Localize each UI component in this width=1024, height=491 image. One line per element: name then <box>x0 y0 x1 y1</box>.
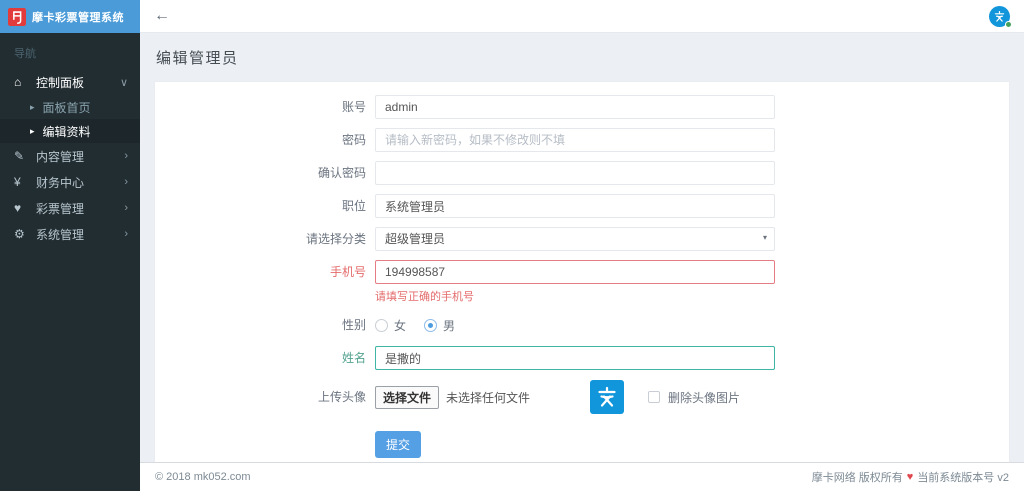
chevron-right-icon: › <box>124 202 128 214</box>
version-text: 当前系统版本号 v2 <box>917 472 1009 484</box>
brand-header[interactable]: 摩卡彩票管理系统 <box>0 0 140 33</box>
sidebar-item-panel-home[interactable]: ▸ 面板首页 <box>0 95 140 119</box>
gender-option-female[interactable]: 女 <box>375 317 406 334</box>
form-row-position: 职位 <box>155 194 1009 218</box>
nav-section-label: 导航 <box>14 48 36 60</box>
topbar: ← <box>140 0 1024 33</box>
sidebar-item-edit-profile[interactable]: ▸ 编辑资料 <box>0 119 140 143</box>
app-window: 摩卡彩票管理系统 导航 ⌂ 控制面板 ∨ ▸ 面板首页 ▸ 编辑资料 ✎ 内容管… <box>0 0 1024 491</box>
choose-file-button[interactable]: 选择文件 <box>375 385 440 409</box>
chevron-down-icon: ∨ <box>119 76 128 89</box>
sidebar-item-system-management[interactable]: ⚙ 系统管理 › <box>0 221 140 247</box>
confirm-password-label: 确认密码 <box>317 166 366 180</box>
position-label: 职位 <box>341 199 366 213</box>
phone-input[interactable] <box>375 260 775 284</box>
name-label: 姓名 <box>341 351 366 365</box>
main-column: ← 编辑管理员 账号 密码 确认密码 <box>140 0 1024 491</box>
home-icon: ⌂ <box>14 75 22 89</box>
back-arrow-icon[interactable]: ← <box>154 8 170 24</box>
brand-logo-icon <box>8 7 26 26</box>
form-row-avatar-upload: 上传头像 选择文件 未选择任何文件 删除头像图片 <box>155 379 1009 415</box>
account-input[interactable] <box>375 95 775 119</box>
password-input[interactable] <box>375 128 775 152</box>
form-row-name: 姓名 <box>155 346 1009 370</box>
brand-title: 摩卡彩票管理系统 <box>32 11 124 24</box>
form-row-category: 请选择分类 超级管理员 ▾ <box>155 227 1009 251</box>
edit-admin-form-card: 账号 密码 确认密码 职位 请选择分类 <box>154 81 1010 462</box>
online-status-dot <box>1005 20 1012 28</box>
upload-avatar-label: 上传头像 <box>317 390 366 404</box>
sidebar: 摩卡彩票管理系统 导航 ⌂ 控制面板 ∨ ▸ 面板首页 ▸ 编辑资料 ✎ 内容管… <box>0 0 140 491</box>
gender-label: 性别 <box>341 318 366 332</box>
form-row-confirm-password: 确认密码 <box>155 161 1009 185</box>
edit-icon: ✎ <box>14 149 25 163</box>
heart-icon: ♥ <box>906 471 914 483</box>
category-select[interactable]: 超级管理员 <box>375 227 775 251</box>
avatar-preview-image <box>590 380 625 414</box>
delete-avatar-label: 删除头像图片 <box>668 390 741 405</box>
chevron-right-icon: › <box>124 228 128 240</box>
submit-row: 提交 <box>375 431 1009 458</box>
gender-option-male[interactable]: 男 <box>424 317 455 334</box>
sidebar-item-lottery-management[interactable]: ♥ 彩票管理 › <box>0 195 140 221</box>
sidebar-item-finance-center[interactable]: ¥ 财务中心 › <box>0 169 140 195</box>
caret-right-icon: ▸ <box>30 101 35 112</box>
password-label: 密码 <box>341 133 366 147</box>
form-row-gender: 性别 女 男 <box>155 313 1009 337</box>
no-file-selected-text: 未选择任何文件 <box>446 390 531 405</box>
form-row-phone: 手机号 请填写正确的手机号 <box>155 260 1009 304</box>
rights-text: 摩卡网络 版权所有 <box>811 472 903 484</box>
footer: © 2018 mk052.com 摩卡网络 版权所有 ♥ 当前系统版本号 v2 <box>140 462 1024 491</box>
form-row-password: 密码 <box>155 128 1009 152</box>
content-area: 编辑管理员 账号 密码 确认密码 职位 <box>140 33 1024 462</box>
heart-icon: ♥ <box>14 201 22 215</box>
sidebar-item-control-panel[interactable]: ⌂ 控制面板 ∨ <box>0 69 140 95</box>
gender-radio-male[interactable] <box>424 318 438 332</box>
chevron-right-icon: › <box>124 176 128 188</box>
sidebar-item-content-management[interactable]: ✎ 内容管理 › <box>0 143 140 169</box>
user-avatar[interactable] <box>989 5 1012 28</box>
position-input[interactable] <box>375 194 775 218</box>
form-row-account: 账号 <box>155 95 1009 119</box>
name-input[interactable] <box>375 346 775 370</box>
category-label: 请选择分类 <box>305 232 366 246</box>
copyright-text: © 2018 mk052.com <box>155 471 251 483</box>
chevron-right-icon: › <box>124 150 128 162</box>
page-title: 编辑管理员 <box>156 50 239 67</box>
gender-radio-female[interactable] <box>375 318 388 332</box>
submit-button[interactable]: 提交 <box>375 431 422 458</box>
account-label: 账号 <box>341 100 366 114</box>
phone-error-message: 请填写正确的手机号 <box>375 291 474 303</box>
confirm-password-input[interactable] <box>375 161 775 185</box>
sidebar-menu: ⌂ 控制面板 ∨ ▸ 面板首页 ▸ 编辑资料 ✎ 内容管理 › ¥ 财务中心 › <box>0 69 140 247</box>
yen-icon: ¥ <box>14 175 21 189</box>
gear-icon: ⚙ <box>14 227 25 241</box>
delete-avatar-checkbox[interactable] <box>648 391 661 403</box>
caret-right-icon: ▸ <box>30 125 35 136</box>
alipay-icon <box>598 386 616 407</box>
phone-label: 手机号 <box>329 265 366 279</box>
alipay-icon <box>994 10 1005 22</box>
